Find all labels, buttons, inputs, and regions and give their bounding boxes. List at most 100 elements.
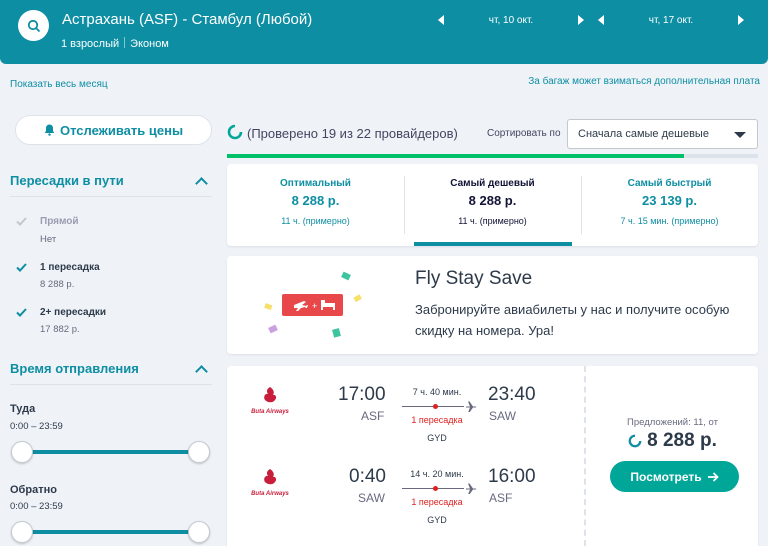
departure-time-filter-title[interactable]: Время отправления — [10, 361, 139, 376]
tab-optimal[interactable]: Оптимальный 8 288 р. 11 ч. (примерно) — [227, 164, 404, 246]
check-icon — [15, 216, 27, 226]
departure-time: 0:40 — [349, 466, 386, 487]
slider-handle-start[interactable] — [11, 441, 33, 463]
divider — [584, 366, 586, 546]
airline-logo-icon — [264, 387, 277, 403]
filter-option-price: 17 882 р. — [40, 324, 80, 335]
check-icon — [15, 262, 27, 272]
flight-result-card[interactable]: Buta Airways 17:00 ASF 7 ч. 40 мин. 1 пе… — [227, 366, 758, 546]
promo-text-line: скидку на номера. Ура! — [415, 323, 555, 338]
chevron-up-icon[interactable] — [195, 365, 208, 378]
show-month-link[interactable]: Показать весь месяц — [10, 79, 108, 90]
track-prices-button[interactable]: Отслеживать цены — [15, 115, 212, 145]
tab-duration: 7 ч. 15 мин. (примерно) — [620, 216, 719, 226]
return-label: Обратно — [10, 484, 57, 496]
arrival-time: 16:00 — [488, 466, 536, 487]
tab-duration: 11 ч. (примерно) — [281, 216, 350, 226]
fly-stay-illustration: + — [264, 271, 362, 338]
passenger-summary[interactable]: 1 взрослый Эконом — [61, 37, 169, 50]
route-title[interactable]: Астрахань (ASF) - Стамбул (Любой) — [62, 11, 312, 28]
check-icon — [15, 307, 27, 317]
cabin-class: Эконом — [130, 38, 169, 50]
stopover-airport: GYD — [427, 515, 447, 525]
flight-duration: 7 ч. 40 мин. — [412, 387, 462, 397]
filter-option-label: 2+ пересадки — [40, 307, 107, 318]
airline-logo: Buta Airways — [247, 468, 293, 497]
slider-handle-start[interactable] — [11, 521, 33, 543]
depart-date[interactable]: чт, 10 окт. — [444, 15, 578, 26]
tab-title: Самый дешевый — [450, 178, 535, 189]
next-date-icon[interactable] — [738, 15, 744, 25]
departure-airport: SAW — [358, 491, 385, 505]
airline-name: Buta Airways — [251, 491, 289, 497]
view-deal-button[interactable]: Посмотреть — [610, 461, 739, 492]
bell-icon — [44, 124, 55, 136]
plane-icon — [466, 401, 477, 412]
arrival-airport: SAW — [489, 409, 516, 423]
svg-text:+: + — [312, 301, 317, 311]
stops-filter-title[interactable]: Пересадки в пути — [10, 173, 124, 188]
arrival-airport: ASF — [489, 491, 513, 505]
departure-airport: ASF — [361, 409, 385, 423]
progress-track — [227, 154, 758, 158]
view-deal-label: Посмотреть — [630, 469, 702, 484]
checkbox-direct[interactable] — [15, 215, 27, 227]
outbound-time-slider[interactable] — [22, 450, 200, 454]
promo-title: Fly Stay Save — [415, 268, 533, 289]
outbound-range: 0:00 – 23:59 — [10, 421, 63, 432]
filter-option-price: Нет — [40, 234, 57, 245]
divider — [10, 384, 212, 385]
departure-time: 17:00 — [338, 384, 386, 405]
filter-option-label: Прямой — [40, 216, 79, 227]
passengers-count: 1 взрослый — [61, 38, 120, 50]
sort-select[interactable]: Сначала самые дешевые — [567, 119, 758, 149]
tab-duration: 11 ч. (примерно) — [458, 216, 527, 226]
checkbox-one-stop[interactable] — [15, 261, 27, 273]
chevron-down-icon — [734, 132, 746, 138]
promo-banner[interactable]: + Fly Stay Save Забронируйте авиабилеты … — [227, 256, 758, 354]
airline-logo: Buta Airways — [247, 386, 293, 415]
slider-handle-end[interactable] — [188, 521, 210, 543]
return-date[interactable]: чт, 17 окт. — [604, 15, 738, 26]
depart-date-picker: чт, 10 окт. — [438, 8, 584, 32]
search-icon — [27, 19, 40, 32]
tab-price: 23 139 р. — [642, 193, 697, 208]
return-date-picker: чт, 17 окт. — [598, 8, 744, 32]
tab-cheapest[interactable]: Самый дешевый 8 288 р. 11 ч. (примерно) — [404, 164, 581, 246]
promo-text-line: Забронируйте авиабилеты у нас и получите… — [415, 302, 730, 317]
slider-handle-end[interactable] — [188, 441, 210, 463]
airline-name: Buta Airways — [251, 409, 289, 415]
divider — [10, 196, 212, 197]
next-date-icon[interactable] — [578, 15, 584, 25]
active-tab-indicator — [414, 242, 572, 246]
arrow-right-icon — [707, 471, 719, 482]
tab-price: 8 288 р. — [291, 193, 340, 208]
tab-fastest[interactable]: Самый быстрый 23 139 р. 7 ч. 15 мин. (пр… — [581, 164, 758, 246]
best-price: 8 288 р. — [647, 430, 717, 451]
loading-spinner-icon — [227, 124, 243, 140]
filter-option-label: 1 пересадка — [40, 262, 100, 273]
stopover-airport: GYD — [427, 433, 447, 443]
arrival-time: 23:40 — [488, 384, 536, 405]
tab-price: 8 288 р. — [468, 193, 517, 208]
filter-option-price: 8 288 р. — [40, 279, 75, 290]
search-button[interactable] — [18, 10, 49, 41]
price-group: 8 288 р. — [587, 430, 758, 452]
stop-dot — [433, 404, 438, 409]
sort-tabs: Оптимальный 8 288 р. 11 ч. (примерно) Са… — [227, 164, 758, 246]
return-time-slider[interactable] — [22, 530, 200, 534]
outbound-label: Туда — [10, 403, 36, 415]
stops-count: 1 пересадка — [411, 415, 463, 425]
checkbox-two-stops[interactable] — [15, 306, 27, 318]
stop-dot — [433, 486, 438, 491]
sort-label: Сортировать по — [487, 128, 561, 139]
stops-count: 1 пересадка — [411, 497, 463, 507]
progress-text: (Проверено 19 из 22 провайдеров) — [247, 126, 458, 141]
flight-duration: 14 ч. 20 мин. — [410, 469, 464, 479]
chevron-up-icon[interactable] — [195, 177, 208, 190]
baggage-note: За багаж может взиматься дополнительная … — [528, 76, 760, 87]
plane-icon — [466, 483, 477, 494]
loading-spinner-icon — [628, 434, 642, 448]
return-range: 0:00 – 23:59 — [10, 501, 63, 512]
tab-title: Оптимальный — [280, 178, 351, 189]
